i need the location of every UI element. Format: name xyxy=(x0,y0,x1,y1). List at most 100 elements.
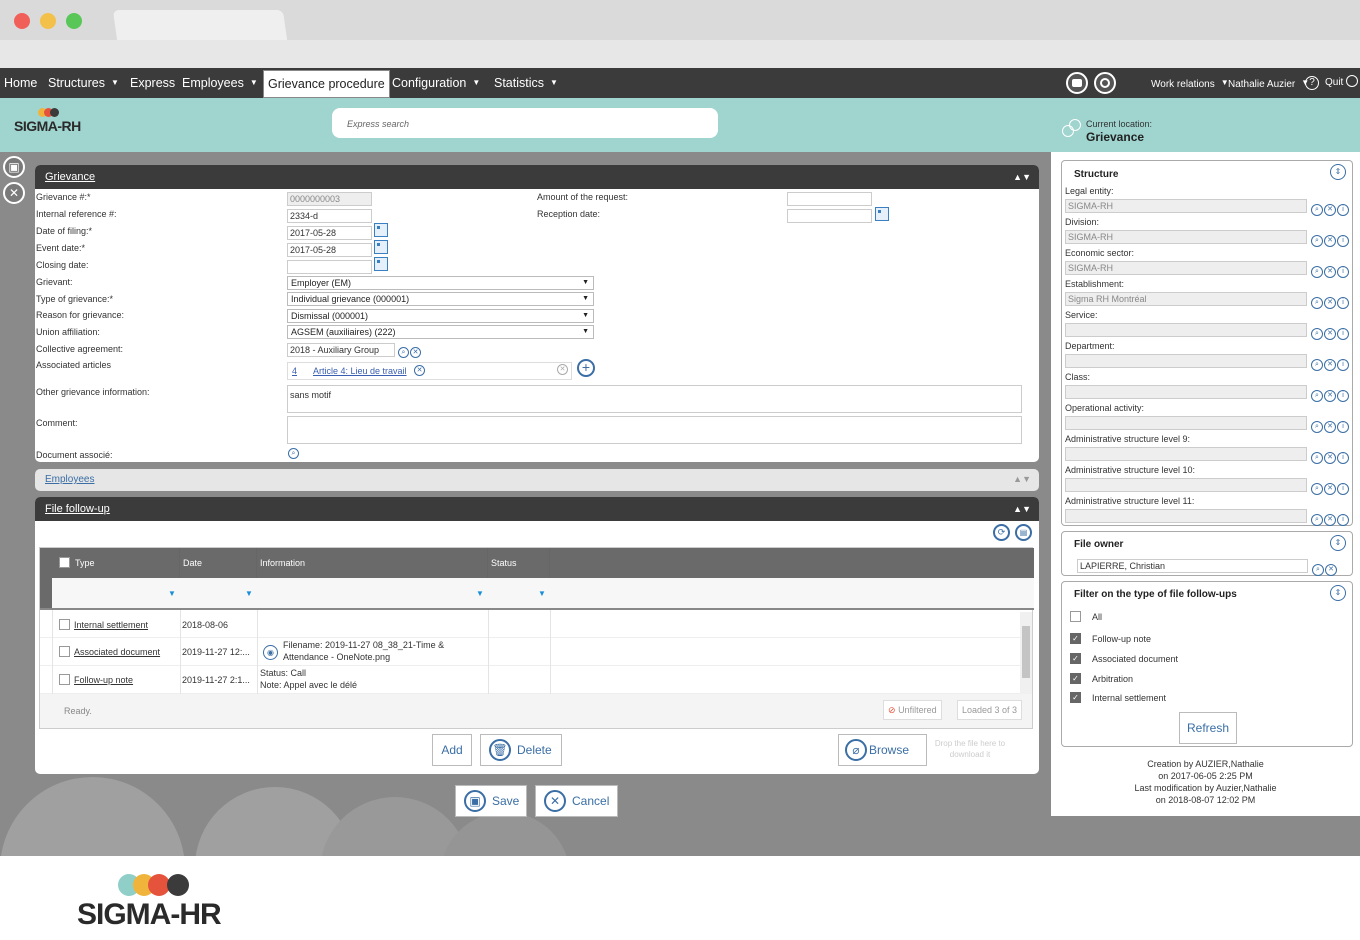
filter-checkbox[interactable]: ✓ xyxy=(1070,653,1081,664)
row-checkbox[interactable] xyxy=(59,619,70,630)
file-followup-header[interactable]: File follow-up ▲▼ xyxy=(35,497,1039,521)
refresh-icon[interactable]: ⟳ xyxy=(993,524,1010,541)
quit-button[interactable]: Quit xyxy=(1325,68,1359,98)
file-owner-field[interactable]: LAPIERRE, Christian xyxy=(1077,559,1308,573)
drop-zone[interactable]: Drop the file here to download it xyxy=(930,738,1010,760)
minimize-window-icon[interactable] xyxy=(40,13,56,29)
unfiltered-button[interactable]: ⊘ Unfiltered xyxy=(883,700,942,720)
article-number[interactable]: 4 xyxy=(292,366,297,376)
collapse-icon[interactable]: ⇕ xyxy=(1330,585,1346,601)
expand-icon[interactable]: ▲▼ xyxy=(1013,474,1031,484)
save-icon[interactable]: ▣ xyxy=(3,156,25,178)
structure-field-input[interactable] xyxy=(1065,354,1307,368)
internal-reference-field[interactable]: 2334-d xyxy=(287,209,372,223)
structure-field-input[interactable]: SIGMA-RH xyxy=(1065,199,1307,213)
article-link[interactable]: Article 4: Lieu de travail xyxy=(313,366,407,376)
column-information[interactable]: Information xyxy=(257,548,488,578)
event-date-field[interactable]: 2017-05-28 xyxy=(287,243,372,257)
amount-field[interactable] xyxy=(787,192,872,206)
filter-checkbox[interactable]: ✓ xyxy=(1070,692,1081,703)
row-type-link[interactable]: Follow-up note xyxy=(74,675,133,685)
menu-grievance-procedure[interactable]: Grievance procedure xyxy=(263,70,390,98)
remove-article-icon[interactable]: ✕ xyxy=(414,365,425,376)
print-icon[interactable]: ▤ xyxy=(1015,524,1032,541)
delete-button[interactable]: 🗑 Delete xyxy=(480,734,562,766)
filter-icon[interactable]: ▼ xyxy=(245,589,253,598)
table-row[interactable]: Associated document 2019-11-27 12:... ◉ … xyxy=(40,638,1020,666)
filter-item-all[interactable]: All xyxy=(1070,611,1270,625)
menu-employees[interactable]: Employees ▼ xyxy=(182,68,258,98)
close-window-icon[interactable] xyxy=(14,13,30,29)
filter-icon[interactable]: ▼ xyxy=(476,589,484,598)
comment-textarea[interactable] xyxy=(287,416,1022,444)
structure-field-input[interactable] xyxy=(1065,478,1307,492)
collapse-icon[interactable]: ▲▼ xyxy=(1013,497,1031,521)
reason-select[interactable]: Dismissal (000001) ▼ xyxy=(287,309,594,323)
column-status[interactable]: Status xyxy=(488,548,550,578)
column-date[interactable]: Date xyxy=(180,548,257,578)
calendar-icon[interactable] xyxy=(374,223,388,237)
collective-agreement-field[interactable]: 2018 - Auxiliary Group xyxy=(287,343,395,357)
closing-date-field[interactable] xyxy=(287,260,372,274)
structure-field-input[interactable] xyxy=(1065,416,1307,430)
browser-tab[interactable] xyxy=(112,10,288,40)
save-button[interactable]: ▣ Save xyxy=(455,785,527,817)
table-row[interactable]: Internal settlement 2018-08-06 xyxy=(40,614,1020,638)
cancel-button[interactable]: ✕ Cancel xyxy=(535,785,618,817)
type-of-grievance-select[interactable]: Individual grievance (000001) ▼ xyxy=(287,292,594,306)
refresh-button[interactable]: Refresh xyxy=(1179,712,1237,744)
search-icon[interactable]: ⌕ xyxy=(1312,564,1324,576)
table-row[interactable]: Follow-up note 2019-11-27 2:1... Status:… xyxy=(40,666,1020,694)
filter-checkbox[interactable]: ✓ xyxy=(1070,673,1081,684)
structure-field-input[interactable] xyxy=(1065,447,1307,461)
row-checkbox[interactable] xyxy=(59,674,70,685)
menu-configuration[interactable]: Configuration ▼ xyxy=(392,68,480,98)
notifications-icon[interactable] xyxy=(1094,72,1116,94)
express-search-input[interactable]: Express search xyxy=(332,108,718,138)
view-file-icon[interactable]: ◉ xyxy=(263,645,278,660)
grievant-select[interactable]: Employer (EM) ▼ xyxy=(287,276,594,290)
structure-field-input[interactable] xyxy=(1065,323,1307,337)
chat-icon[interactable] xyxy=(1066,72,1088,94)
collapse-icon[interactable]: ⇕ xyxy=(1330,535,1346,551)
calendar-icon[interactable] xyxy=(875,207,889,221)
filter-item-arbitration[interactable]: ✓ Arbitration xyxy=(1070,673,1270,687)
structure-field-input[interactable]: SIGMA-RH xyxy=(1065,261,1307,275)
filter-item-internal-settlement[interactable]: ✓ Internal settlement xyxy=(1070,692,1270,706)
search-icon[interactable]: ⌕ xyxy=(1311,514,1323,526)
collapse-icon[interactable]: ⇕ xyxy=(1330,164,1346,180)
add-article-icon[interactable]: + xyxy=(577,359,595,377)
clear-icon[interactable]: ✕ xyxy=(410,347,421,358)
date-of-filing-field[interactable]: 2017-05-28 xyxy=(287,226,372,240)
maximize-window-icon[interactable] xyxy=(66,13,82,29)
help-button[interactable]: ? xyxy=(1305,68,1319,98)
menu-structures[interactable]: Structures ▼ xyxy=(48,68,119,98)
structure-field-input[interactable]: SIGMA-RH xyxy=(1065,230,1307,244)
filter-icon[interactable]: ▼ xyxy=(538,589,546,598)
other-info-textarea[interactable]: sans motif xyxy=(287,385,1022,413)
clear-icon[interactable]: ✕ xyxy=(1325,564,1337,576)
reception-date-field[interactable] xyxy=(787,209,872,223)
row-checkbox[interactable] xyxy=(59,646,70,657)
employees-panel-title[interactable]: Employees xyxy=(45,474,94,485)
table-scrollbar[interactable] xyxy=(1020,612,1032,694)
browse-button[interactable]: ⌀ Browse xyxy=(838,734,927,766)
menu-statistics[interactable]: Statistics ▼ xyxy=(494,68,558,98)
search-icon[interactable]: ⌕ xyxy=(288,448,299,459)
row-type-link[interactable]: Associated document xyxy=(74,647,160,657)
filter-item-associated-document[interactable]: ✓ Associated document xyxy=(1070,653,1270,667)
union-select[interactable]: AGSEM (auxiliaires) (222) ▼ xyxy=(287,325,594,339)
close-icon[interactable]: ✕ xyxy=(3,182,25,204)
clear-icon[interactable]: ✕ xyxy=(1324,514,1336,526)
collapse-icon[interactable]: ▲▼ xyxy=(1013,165,1031,189)
calendar-icon[interactable] xyxy=(374,257,388,271)
structure-field-input[interactable]: Sigma RH Montréal xyxy=(1065,292,1307,306)
select-all-checkbox[interactable] xyxy=(59,557,70,568)
filter-icon[interactable]: ▼ xyxy=(168,589,176,598)
menu-express[interactable]: Express xyxy=(130,68,175,98)
structure-field-input[interactable] xyxy=(1065,385,1307,399)
calendar-icon[interactable] xyxy=(374,240,388,254)
row-type-link[interactable]: Internal settlement xyxy=(74,620,148,630)
structure-field-input[interactable] xyxy=(1065,509,1307,523)
clear-articles-icon[interactable]: ✕ xyxy=(557,364,568,375)
